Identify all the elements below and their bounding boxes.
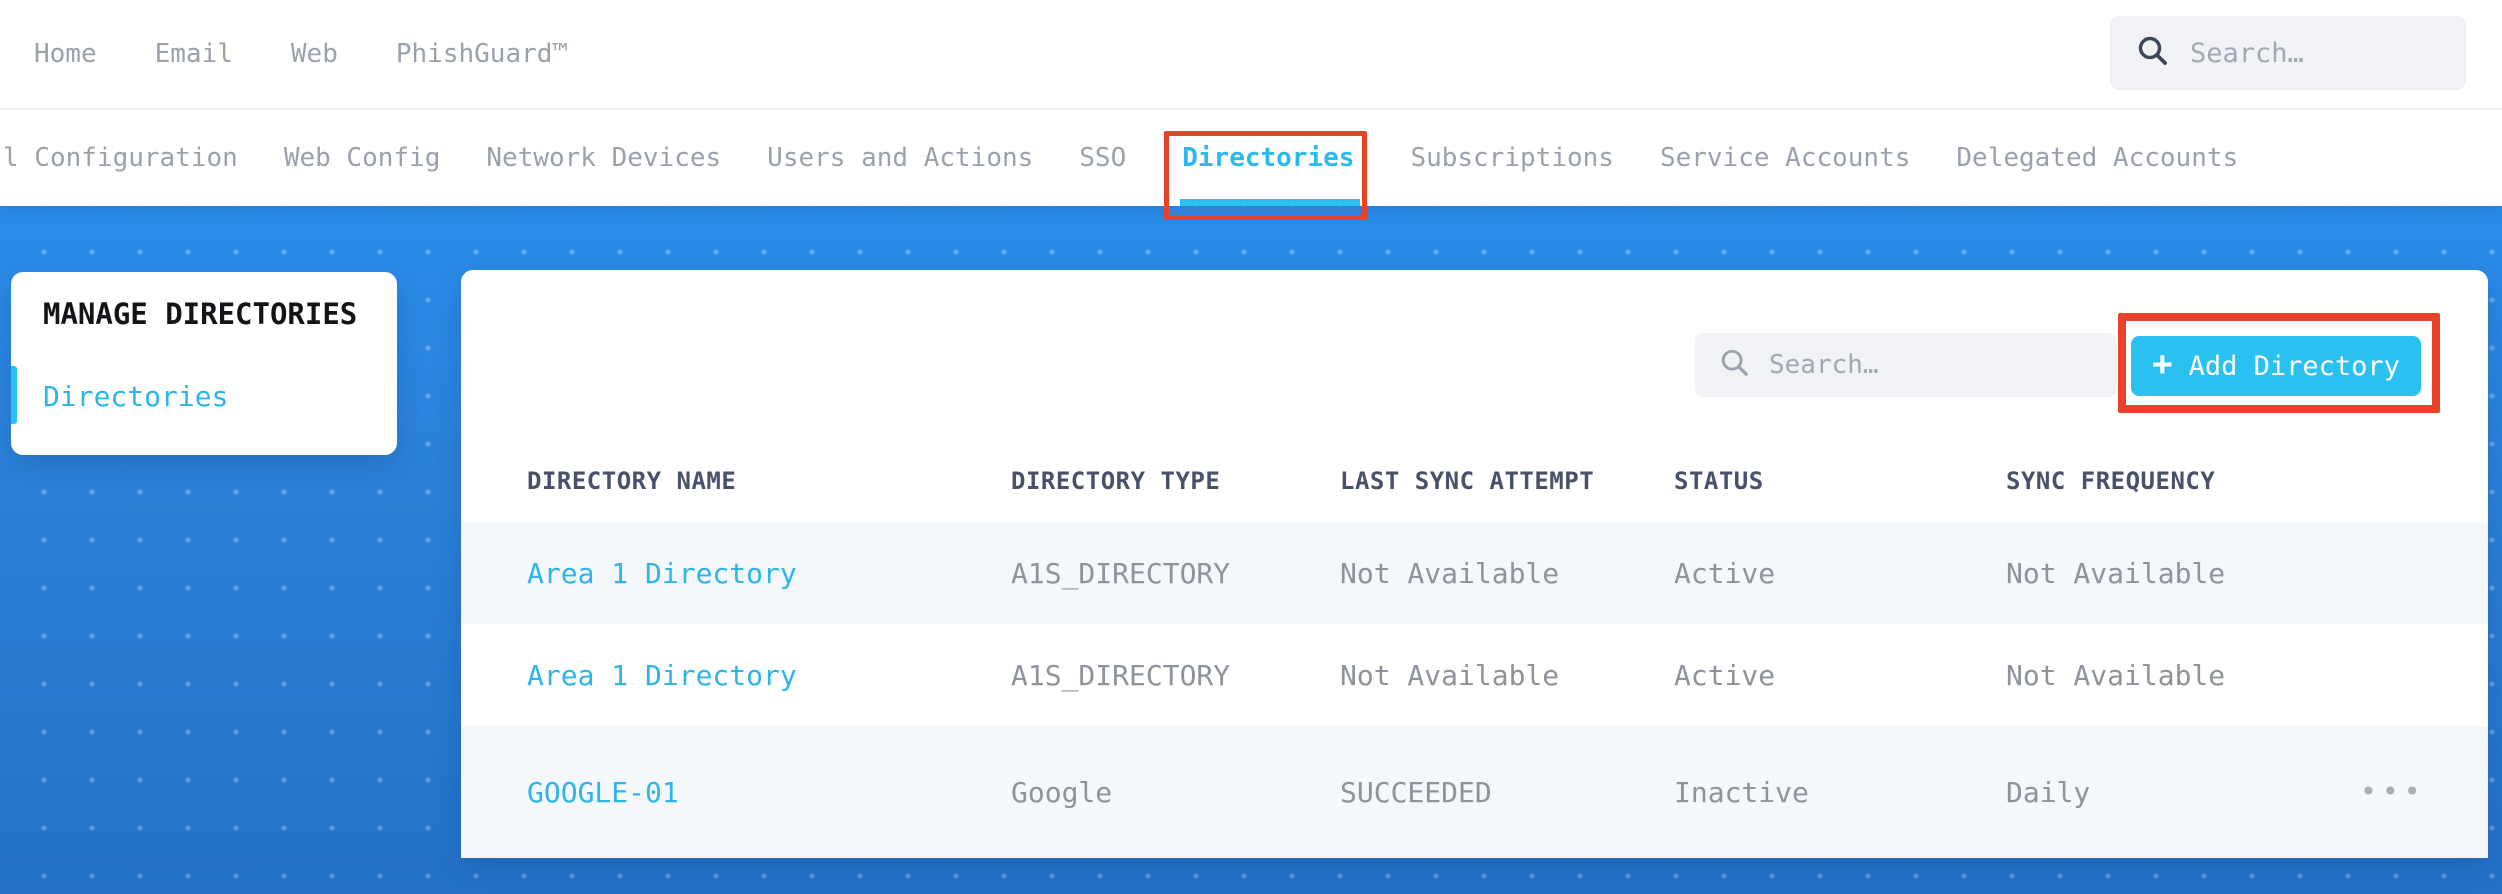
last-sync-attempt-value: Not Available: [1340, 556, 1560, 590]
column-header-status: STATUS: [1674, 467, 1764, 495]
directory-name-link[interactable]: Area 1 Directory: [527, 659, 1011, 692]
tab-delegated-accounts[interactable]: Delegated Accounts: [1956, 110, 2238, 206]
last-sync-attempt-value: SUCCEEDED: [1340, 775, 1492, 809]
column-header-directory-type: DIRECTORY TYPE: [1011, 467, 1221, 495]
sidebar-item-directories[interactable]: Directories: [43, 380, 228, 413]
sync-frequency-value: Not Available: [2006, 658, 2226, 692]
nav-item-email[interactable]: Email: [155, 39, 233, 69]
column-header-sync-frequency: SYNC FREQUENCY: [2006, 467, 2216, 495]
app-window: Home Email Web PhishGuard™ l Configurati…: [0, 0, 2502, 894]
tab-service-accounts[interactable]: Service Accounts: [1660, 110, 1910, 206]
manage-directories-card: MANAGE DIRECTORIES Directories: [11, 272, 397, 455]
directory-name-link[interactable]: GOOGLE-01: [527, 776, 1011, 809]
plus-icon: +: [2152, 344, 2173, 384]
search-icon: [2136, 34, 2170, 72]
directories-table-header: DIRECTORY NAME DIRECTORY TYPE LAST SYNC …: [461, 440, 2488, 522]
sync-frequency-value: Daily: [2006, 775, 2091, 809]
tab-users-and-actions[interactable]: Users and Actions: [767, 110, 1033, 206]
manage-directories-heading: MANAGE DIRECTORIES: [43, 297, 358, 331]
tab-network-devices[interactable]: Network Devices: [486, 110, 721, 206]
directories-search-input[interactable]: [1769, 350, 2069, 380]
nav-item-phishguard[interactable]: PhishGuard™: [396, 39, 568, 69]
directories-tab-label: Directories: [1182, 143, 1355, 173]
directory-name-link[interactable]: Area 1 Directory: [527, 557, 1011, 590]
tab-web-config[interactable]: Web Config: [284, 110, 441, 206]
tab-email-configuration-partial[interactable]: l Configuration: [3, 110, 238, 206]
active-item-indicator: [11, 366, 17, 424]
column-header-last-sync-attempt: LAST SYNC ATTEMPT: [1340, 467, 1595, 495]
add-directory-button[interactable]: + Add Directory: [2131, 336, 2421, 396]
global-search-input[interactable]: [2190, 37, 2420, 69]
table-row: Area 1 Directory A1S_DIRECTORY Not Avail…: [461, 522, 2488, 624]
search-icon: [1719, 347, 1751, 383]
directory-type-value: Google: [1011, 775, 1113, 809]
directories-table-body: Area 1 Directory A1S_DIRECTORY Not Avail…: [461, 522, 2488, 858]
config-nav: l Configuration Web Config Network Devic…: [0, 110, 2502, 220]
active-tab-underline: [1180, 199, 1361, 206]
status-value: Inactive: [1674, 775, 1809, 809]
sync-frequency-value: Not Available: [2006, 556, 2226, 590]
directory-type-value: A1S_DIRECTORY: [1011, 658, 1231, 692]
nav-item-home[interactable]: Home: [34, 39, 97, 69]
directory-type-value: A1S_DIRECTORY: [1011, 556, 1231, 590]
column-header-directory-name: DIRECTORY NAME: [527, 467, 737, 495]
ellipsis-menu-icon[interactable]: •••: [2360, 778, 2488, 806]
directories-search-box[interactable]: [1695, 333, 2117, 397]
global-search-box[interactable]: [2110, 16, 2466, 90]
status-value: Active: [1674, 556, 1776, 590]
global-nav: Home Email Web PhishGuard™: [0, 0, 2502, 110]
table-row: Area 1 Directory A1S_DIRECTORY Not Avail…: [461, 624, 2488, 726]
nav-item-web[interactable]: Web: [291, 39, 338, 69]
status-value: Active: [1674, 658, 1776, 692]
add-directory-button-label: Add Directory: [2188, 350, 2400, 382]
global-nav-items: Home Email Web PhishGuard™: [0, 39, 568, 69]
last-sync-attempt-value: Not Available: [1340, 658, 1560, 692]
tab-subscriptions[interactable]: Subscriptions: [1410, 110, 1614, 206]
directories-tab[interactable]: Directories: [1164, 110, 1368, 220]
table-row: GOOGLE-01 Google SUCCEEDED Inactive Dail…: [461, 726, 2488, 858]
tab-sso[interactable]: SSO: [1079, 110, 1126, 206]
